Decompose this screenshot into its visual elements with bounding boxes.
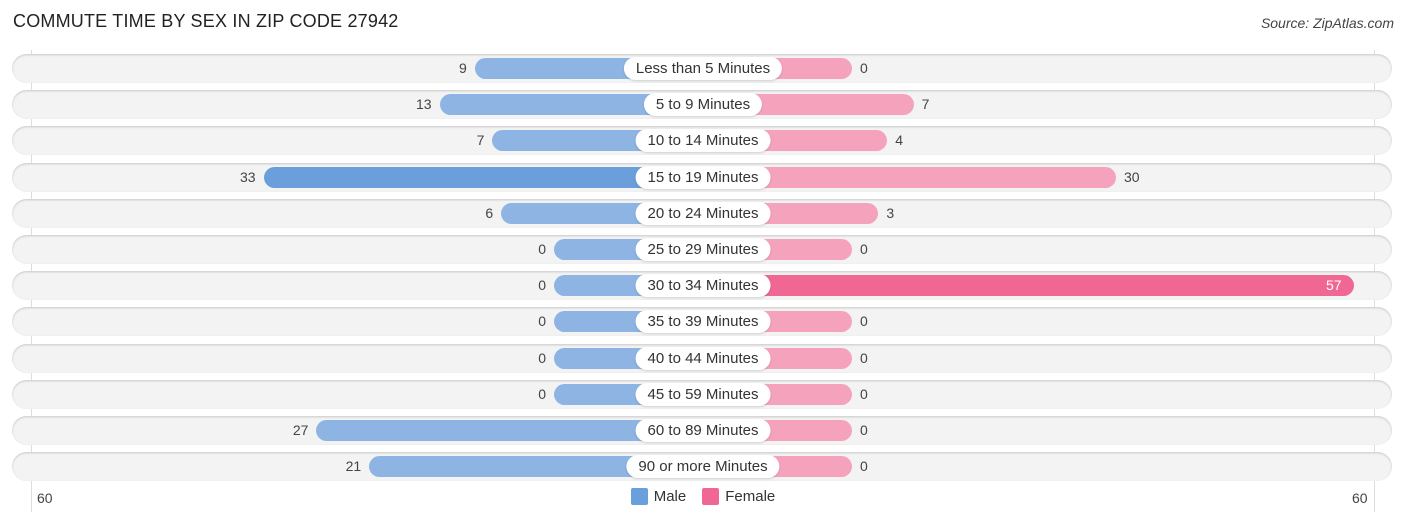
value-label-female: 7 [921,96,930,113]
value-label-male: 7 [476,132,485,149]
value-label-female: 30 [1124,168,1140,185]
value-label-female: 3 [886,204,895,221]
legend-item-male: Male [630,488,687,505]
value-label-female: 0 [860,458,868,475]
value-label-female: 0 [860,385,868,402]
category-label: 25 to 29 Minutes [635,238,771,261]
source-credit: Source: ZipAtlas.com [1260,15,1394,31]
value-label-male: 33 [240,168,256,185]
legend-label-female: Female [725,488,776,505]
value-label-male: 0 [538,277,546,294]
category-label: 45 to 59 Minutes [635,382,771,406]
category-label: 15 to 19 Minutes [635,165,771,189]
value-label-female: 0 [860,241,868,257]
legend: Male Female [0,488,1406,505]
category-label: 10 to 14 Minutes [635,129,771,153]
value-label-female: 0 [860,60,868,76]
value-label-female: 0 [860,349,868,366]
value-label-male: 0 [538,385,546,402]
value-label-female: 57 [1326,277,1342,294]
legend-item-female: Female [702,488,775,505]
legend-swatch-female [702,488,720,505]
value-label-male: 0 [538,349,546,366]
value-label-female: 0 [860,422,868,438]
category-label: 35 to 39 Minutes [635,310,771,334]
category-label: 5 to 9 Minutes [643,93,763,117]
value-label-male: 27 [292,422,309,438]
legend-label-male: Male [653,488,687,505]
value-label-male: 13 [416,96,432,113]
chart-title: COMMUTE TIME BY SEX IN ZIP CODE 27942 [13,11,399,31]
value-label-female: 4 [895,132,903,149]
value-label-female: 0 [860,313,868,330]
category-label: 40 to 44 Minutes [635,346,771,370]
value-label-male: 6 [485,204,494,221]
category-label: 30 to 34 Minutes [635,274,771,298]
category-label: 90 or more Minutes [626,455,780,479]
value-label-male: 0 [538,241,546,257]
bar-female [703,275,1354,297]
category-label: 20 to 24 Minutes [635,201,771,225]
category-label: Less than 5 Minutes [623,57,783,80]
value-label-male: 9 [459,60,467,76]
value-label-male: 0 [538,313,546,330]
category-label: 60 to 89 Minutes [635,419,771,442]
legend-swatch-male [630,488,648,505]
value-label-male: 21 [345,458,362,475]
